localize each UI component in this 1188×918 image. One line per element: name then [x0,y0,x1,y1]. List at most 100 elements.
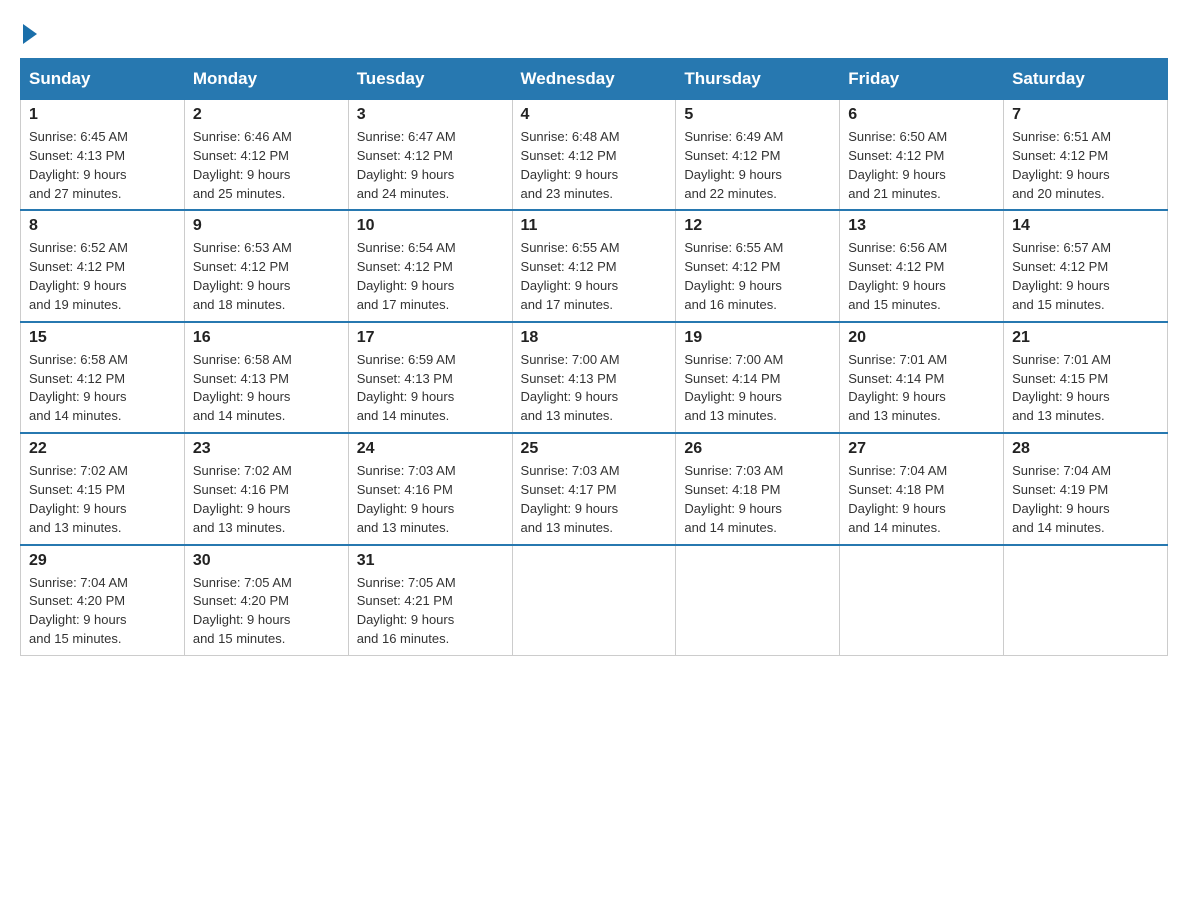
day-number: 26 [684,440,831,458]
logo [20,20,37,40]
calendar-cell: 14 Sunrise: 6:57 AM Sunset: 4:12 PM Dayl… [1004,210,1168,321]
calendar-cell: 13 Sunrise: 6:56 AM Sunset: 4:12 PM Dayl… [840,210,1004,321]
calendar-cell: 22 Sunrise: 7:02 AM Sunset: 4:15 PM Dayl… [21,433,185,544]
page-header [20,20,1168,40]
day-info: Sunrise: 7:04 AM Sunset: 4:19 PM Dayligh… [1012,462,1159,537]
calendar-cell [676,545,840,656]
day-info: Sunrise: 6:48 AM Sunset: 4:12 PM Dayligh… [521,128,668,203]
calendar-cell: 5 Sunrise: 6:49 AM Sunset: 4:12 PM Dayli… [676,100,840,211]
day-number: 28 [1012,440,1159,458]
calendar-week-1: 1 Sunrise: 6:45 AM Sunset: 4:13 PM Dayli… [21,100,1168,211]
calendar-cell: 30 Sunrise: 7:05 AM Sunset: 4:20 PM Dayl… [184,545,348,656]
day-info: Sunrise: 6:52 AM Sunset: 4:12 PM Dayligh… [29,239,176,314]
calendar-cell: 28 Sunrise: 7:04 AM Sunset: 4:19 PM Dayl… [1004,433,1168,544]
day-number: 17 [357,329,504,347]
calendar-cell: 26 Sunrise: 7:03 AM Sunset: 4:18 PM Dayl… [676,433,840,544]
day-info: Sunrise: 7:01 AM Sunset: 4:14 PM Dayligh… [848,351,995,426]
day-number: 6 [848,106,995,124]
calendar-cell: 8 Sunrise: 6:52 AM Sunset: 4:12 PM Dayli… [21,210,185,321]
day-number: 13 [848,217,995,235]
days-of-week-row: SundayMondayTuesdayWednesdayThursdayFrid… [21,59,1168,100]
day-info: Sunrise: 7:04 AM Sunset: 4:18 PM Dayligh… [848,462,995,537]
calendar-cell: 1 Sunrise: 6:45 AM Sunset: 4:13 PM Dayli… [21,100,185,211]
calendar-cell: 2 Sunrise: 6:46 AM Sunset: 4:12 PM Dayli… [184,100,348,211]
day-number: 22 [29,440,176,458]
day-info: Sunrise: 6:54 AM Sunset: 4:12 PM Dayligh… [357,239,504,314]
calendar-header: SundayMondayTuesdayWednesdayThursdayFrid… [21,59,1168,100]
calendar-cell [1004,545,1168,656]
day-number: 19 [684,329,831,347]
day-info: Sunrise: 7:03 AM Sunset: 4:18 PM Dayligh… [684,462,831,537]
day-number: 12 [684,217,831,235]
day-info: Sunrise: 7:05 AM Sunset: 4:21 PM Dayligh… [357,574,504,649]
day-number: 5 [684,106,831,124]
calendar-cell: 6 Sunrise: 6:50 AM Sunset: 4:12 PM Dayli… [840,100,1004,211]
day-number: 8 [29,217,176,235]
calendar-cell: 31 Sunrise: 7:05 AM Sunset: 4:21 PM Dayl… [348,545,512,656]
day-info: Sunrise: 6:59 AM Sunset: 4:13 PM Dayligh… [357,351,504,426]
day-info: Sunrise: 7:04 AM Sunset: 4:20 PM Dayligh… [29,574,176,649]
day-info: Sunrise: 6:46 AM Sunset: 4:12 PM Dayligh… [193,128,340,203]
day-number: 20 [848,329,995,347]
day-info: Sunrise: 6:47 AM Sunset: 4:12 PM Dayligh… [357,128,504,203]
day-info: Sunrise: 7:02 AM Sunset: 4:16 PM Dayligh… [193,462,340,537]
day-info: Sunrise: 7:00 AM Sunset: 4:13 PM Dayligh… [521,351,668,426]
day-number: 23 [193,440,340,458]
day-number: 16 [193,329,340,347]
day-number: 27 [848,440,995,458]
calendar-cell: 11 Sunrise: 6:55 AM Sunset: 4:12 PM Dayl… [512,210,676,321]
day-info: Sunrise: 6:53 AM Sunset: 4:12 PM Dayligh… [193,239,340,314]
day-info: Sunrise: 6:50 AM Sunset: 4:12 PM Dayligh… [848,128,995,203]
day-info: Sunrise: 6:51 AM Sunset: 4:12 PM Dayligh… [1012,128,1159,203]
calendar-week-2: 8 Sunrise: 6:52 AM Sunset: 4:12 PM Dayli… [21,210,1168,321]
calendar-week-5: 29 Sunrise: 7:04 AM Sunset: 4:20 PM Dayl… [21,545,1168,656]
day-number: 2 [193,106,340,124]
day-info: Sunrise: 6:58 AM Sunset: 4:13 PM Dayligh… [193,351,340,426]
day-info: Sunrise: 7:02 AM Sunset: 4:15 PM Dayligh… [29,462,176,537]
calendar-cell: 23 Sunrise: 7:02 AM Sunset: 4:16 PM Dayl… [184,433,348,544]
day-number: 29 [29,552,176,570]
calendar-cell: 7 Sunrise: 6:51 AM Sunset: 4:12 PM Dayli… [1004,100,1168,211]
day-number: 30 [193,552,340,570]
day-info: Sunrise: 7:03 AM Sunset: 4:17 PM Dayligh… [521,462,668,537]
day-number: 25 [521,440,668,458]
day-header-sunday: Sunday [21,59,185,100]
day-header-saturday: Saturday [1004,59,1168,100]
day-number: 4 [521,106,668,124]
day-header-friday: Friday [840,59,1004,100]
day-number: 18 [521,329,668,347]
calendar-cell: 27 Sunrise: 7:04 AM Sunset: 4:18 PM Dayl… [840,433,1004,544]
day-info: Sunrise: 6:58 AM Sunset: 4:12 PM Dayligh… [29,351,176,426]
day-number: 9 [193,217,340,235]
day-header-thursday: Thursday [676,59,840,100]
day-header-monday: Monday [184,59,348,100]
day-number: 1 [29,106,176,124]
calendar-cell: 21 Sunrise: 7:01 AM Sunset: 4:15 PM Dayl… [1004,322,1168,433]
calendar-cell: 19 Sunrise: 7:00 AM Sunset: 4:14 PM Dayl… [676,322,840,433]
day-number: 11 [521,217,668,235]
day-number: 7 [1012,106,1159,124]
day-number: 3 [357,106,504,124]
calendar-cell: 16 Sunrise: 6:58 AM Sunset: 4:13 PM Dayl… [184,322,348,433]
calendar-cell [840,545,1004,656]
calendar-cell: 29 Sunrise: 7:04 AM Sunset: 4:20 PM Dayl… [21,545,185,656]
calendar-cell: 3 Sunrise: 6:47 AM Sunset: 4:12 PM Dayli… [348,100,512,211]
day-info: Sunrise: 6:45 AM Sunset: 4:13 PM Dayligh… [29,128,176,203]
day-info: Sunrise: 6:55 AM Sunset: 4:12 PM Dayligh… [684,239,831,314]
day-number: 21 [1012,329,1159,347]
logo-arrow-icon [23,24,37,44]
calendar-week-3: 15 Sunrise: 6:58 AM Sunset: 4:12 PM Dayl… [21,322,1168,433]
calendar-cell: 17 Sunrise: 6:59 AM Sunset: 4:13 PM Dayl… [348,322,512,433]
calendar-cell: 15 Sunrise: 6:58 AM Sunset: 4:12 PM Dayl… [21,322,185,433]
calendar-cell: 4 Sunrise: 6:48 AM Sunset: 4:12 PM Dayli… [512,100,676,211]
calendar-table: SundayMondayTuesdayWednesdayThursdayFrid… [20,58,1168,656]
day-header-wednesday: Wednesday [512,59,676,100]
calendar-cell: 12 Sunrise: 6:55 AM Sunset: 4:12 PM Dayl… [676,210,840,321]
day-info: Sunrise: 6:49 AM Sunset: 4:12 PM Dayligh… [684,128,831,203]
day-info: Sunrise: 6:56 AM Sunset: 4:12 PM Dayligh… [848,239,995,314]
day-info: Sunrise: 6:55 AM Sunset: 4:12 PM Dayligh… [521,239,668,314]
calendar-body: 1 Sunrise: 6:45 AM Sunset: 4:13 PM Dayli… [21,100,1168,656]
calendar-cell: 18 Sunrise: 7:00 AM Sunset: 4:13 PM Dayl… [512,322,676,433]
day-info: Sunrise: 7:03 AM Sunset: 4:16 PM Dayligh… [357,462,504,537]
calendar-cell: 24 Sunrise: 7:03 AM Sunset: 4:16 PM Dayl… [348,433,512,544]
